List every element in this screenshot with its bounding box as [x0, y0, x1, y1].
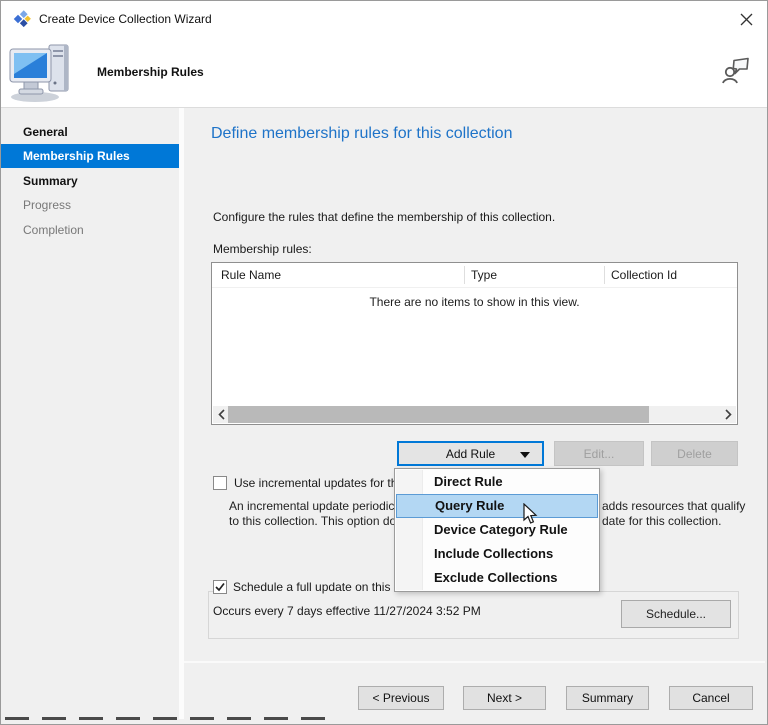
column-header-rule-name[interactable]: Rule Name	[221, 263, 281, 287]
sidebar-item-general[interactable]: General	[1, 120, 179, 144]
incremental-updates-checkbox[interactable]	[213, 476, 227, 490]
sidebar-item-progress: Progress	[1, 193, 179, 217]
next-button[interactable]: Next >	[463, 686, 546, 710]
edit-button[interactable]: Edit...	[554, 441, 644, 466]
schedule-full-update-checkbox[interactable]	[213, 580, 227, 594]
column-header-collection-id[interactable]: Collection Id	[611, 263, 677, 287]
feedback-icon[interactable]	[721, 56, 751, 86]
add-rule-label: Add Rule	[446, 447, 495, 461]
dropdown-caret-icon	[520, 452, 530, 458]
previous-button[interactable]: < Previous	[358, 686, 444, 710]
incremental-text-line1-left: An incremental update periodic	[229, 499, 394, 513]
footer-divider	[184, 661, 765, 663]
column-separator	[604, 266, 605, 284]
incremental-text-line2-left: to this collection. This option do	[229, 514, 396, 528]
add-rule-dropdown-menu: Direct Rule Query Rule Device Category R…	[394, 468, 600, 592]
menu-item-direct-rule[interactable]: Direct Rule	[395, 470, 599, 494]
chevron-right-icon	[725, 409, 732, 420]
schedule-button[interactable]: Schedule...	[621, 600, 731, 628]
column-header-type[interactable]: Type	[471, 263, 497, 287]
summary-button[interactable]: Summary	[566, 686, 649, 710]
page-heading: Define membership rules for this collect…	[211, 125, 512, 143]
menu-item-exclude-collections[interactable]: Exclude Collections	[395, 566, 599, 590]
add-rule-dropdown-button[interactable]: Add Rule	[397, 441, 544, 466]
horizontal-scrollbar[interactable]	[213, 406, 736, 423]
sidebar-item-membership-rules[interactable]: Membership Rules	[1, 144, 179, 168]
cancel-button[interactable]: Cancel	[669, 686, 753, 710]
page-title: Membership Rules	[97, 65, 204, 79]
column-separator	[464, 266, 465, 284]
close-button[interactable]	[729, 4, 763, 34]
sidebar-separator	[179, 108, 184, 719]
window-title: Create Device Collection Wizard	[39, 1, 212, 37]
incremental-text-line1-right: adds resources that qualify	[602, 499, 745, 513]
checkmark-icon	[214, 581, 226, 593]
computer-icon	[9, 41, 73, 103]
menu-item-query-rule[interactable]: Query Rule	[396, 494, 598, 518]
sidebar-item-summary[interactable]: Summary	[1, 169, 179, 193]
mouse-cursor	[523, 503, 539, 525]
menu-item-device-category-rule[interactable]: Device Category Rule	[395, 518, 599, 542]
scroll-left-arrow[interactable]	[213, 406, 229, 423]
membership-rules-listview[interactable]: Rule Name Type Collection Id There are n…	[211, 262, 738, 425]
empty-list-message: There are no items to show in this view.	[212, 295, 737, 309]
wizard-app-icon	[13, 10, 31, 28]
bottom-edge-artifact	[5, 717, 338, 720]
scrollbar-thumb[interactable]	[228, 406, 649, 423]
wizard-window: Create Device Collection Wizard Membersh…	[0, 0, 768, 725]
membership-rules-label: Membership rules:	[213, 242, 312, 256]
header-underline	[212, 287, 737, 288]
scroll-right-arrow[interactable]	[720, 406, 736, 423]
page-description: Configure the rules that define the memb…	[213, 210, 555, 224]
titlebar: Create Device Collection Wizard	[1, 1, 767, 37]
close-icon	[740, 13, 753, 26]
incremental-updates-label[interactable]: Use incremental updates for thi	[234, 476, 400, 490]
menu-item-include-collections[interactable]: Include Collections	[395, 542, 599, 566]
chevron-left-icon	[218, 409, 225, 420]
delete-button[interactable]: Delete	[651, 441, 738, 466]
incremental-text-line2-right: date for this collection.	[602, 514, 721, 528]
schedule-occurs-text: Occurs every 7 days effective 11/27/2024…	[213, 604, 481, 618]
sidebar-item-completion: Completion	[1, 218, 179, 242]
